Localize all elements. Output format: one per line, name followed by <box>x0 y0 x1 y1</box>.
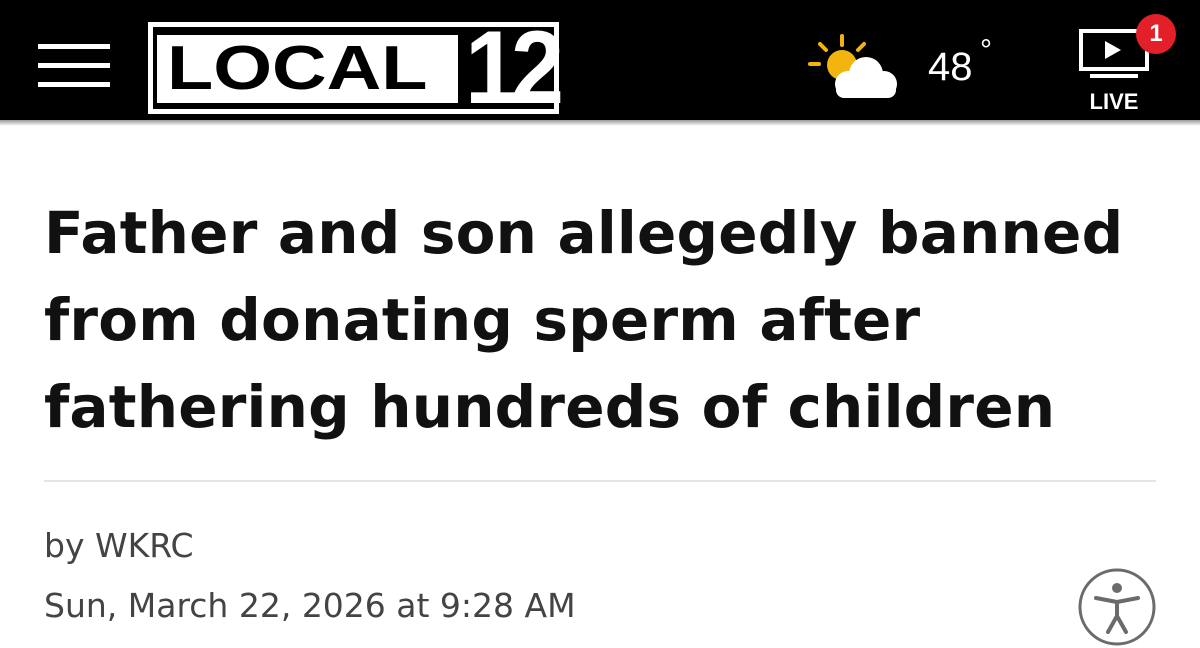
site-header: LOCAL 12 48 ° LIVE 1 <box>0 0 1200 120</box>
article-byline: by WKRC <box>44 526 194 565</box>
divider <box>44 480 1156 482</box>
menu-bar <box>38 44 110 49</box>
menu-bar <box>38 63 110 68</box>
temperature: 48 <box>928 45 973 89</box>
accessibility-icon[interactable] <box>1076 566 1158 648</box>
degree-symbol: ° <box>980 34 992 67</box>
hamburger-menu-icon[interactable] <box>38 44 110 90</box>
article-date: Sun, March 22, 2026 at 9:28 AM <box>44 586 576 625</box>
local12-logo[interactable]: LOCAL 12 <box>148 10 564 126</box>
live-label: LIVE <box>1089 89 1139 114</box>
logo-word: LOCAL <box>167 35 428 103</box>
logo-number: 12 <box>465 10 564 126</box>
partly-sunny-icon <box>808 34 897 98</box>
menu-bar <box>38 82 110 87</box>
article-headline: Father and son allegedly banned from don… <box>44 199 1124 441</box>
live-button[interactable]: LIVE 1 <box>1068 14 1178 116</box>
notification-badge: 1 <box>1136 14 1176 54</box>
weather-widget[interactable]: 48 ° <box>806 34 1006 104</box>
logo-word-box: LOCAL <box>157 35 458 103</box>
header-shadow <box>0 120 1200 126</box>
